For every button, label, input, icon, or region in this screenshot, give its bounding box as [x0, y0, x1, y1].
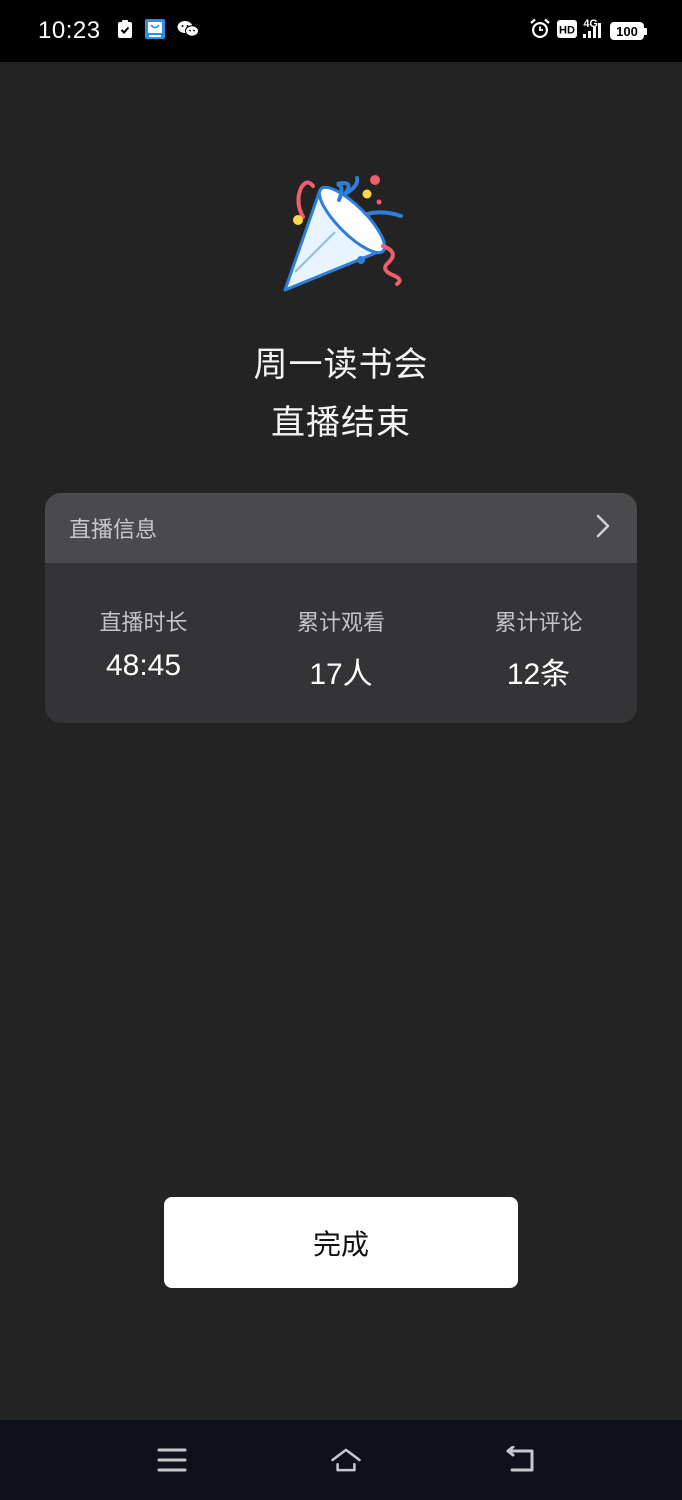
network-type: 4G	[583, 18, 598, 30]
live-info-header-label: 直播信息	[69, 518, 158, 543]
page-title: 周一读书会	[253, 345, 429, 385]
live-info-header[interactable]: 直播信息	[45, 493, 637, 563]
system-nav-bar	[0, 1420, 682, 1500]
status-bar-left: 10:23	[38, 17, 199, 45]
stat-label: 直播时长	[99, 611, 188, 636]
status-bar: 10:23 HD 4G 100	[0, 0, 682, 62]
stat-label: 累计观看	[296, 611, 385, 636]
battery-level: 100	[616, 23, 638, 39]
alarm-icon	[529, 18, 551, 44]
stat-duration: 直播时长 48:45	[45, 605, 242, 693]
done-button[interactable]: 完成	[164, 1197, 518, 1288]
menu-icon[interactable]	[156, 1444, 188, 1476]
battery-icon: 100	[610, 22, 647, 40]
back-icon[interactable]	[504, 1444, 536, 1476]
status-bar-right: HD 4G 100	[529, 18, 647, 44]
wechat-icon	[177, 20, 199, 42]
stat-label: 累计评论	[494, 611, 583, 636]
page-subtitle: 直播结束	[271, 403, 411, 443]
stat-value: 17人	[309, 658, 373, 691]
hd-icon: HD	[557, 20, 578, 42]
app-notification-icon	[144, 19, 165, 43]
stat-viewers: 累计观看 17人	[243, 605, 440, 693]
stat-value: 48:45	[105, 649, 182, 682]
home-icon[interactable]	[330, 1444, 362, 1476]
stat-value: 12条	[506, 658, 571, 691]
live-stats: 直播时长 48:45 累计观看 17人 累计评论 12条	[45, 563, 637, 693]
party-popper-icon	[275, 172, 407, 298]
stat-comments: 累计评论 12条	[440, 605, 637, 693]
chevron-right-icon	[595, 513, 611, 543]
live-info-card: 直播信息 直播时长 48:45 累计观看 17人 累计评论 12条	[45, 493, 637, 723]
svg-text:HD: HD	[559, 25, 575, 37]
task-check-icon	[117, 19, 133, 43]
status-time: 10:23	[38, 17, 101, 44]
